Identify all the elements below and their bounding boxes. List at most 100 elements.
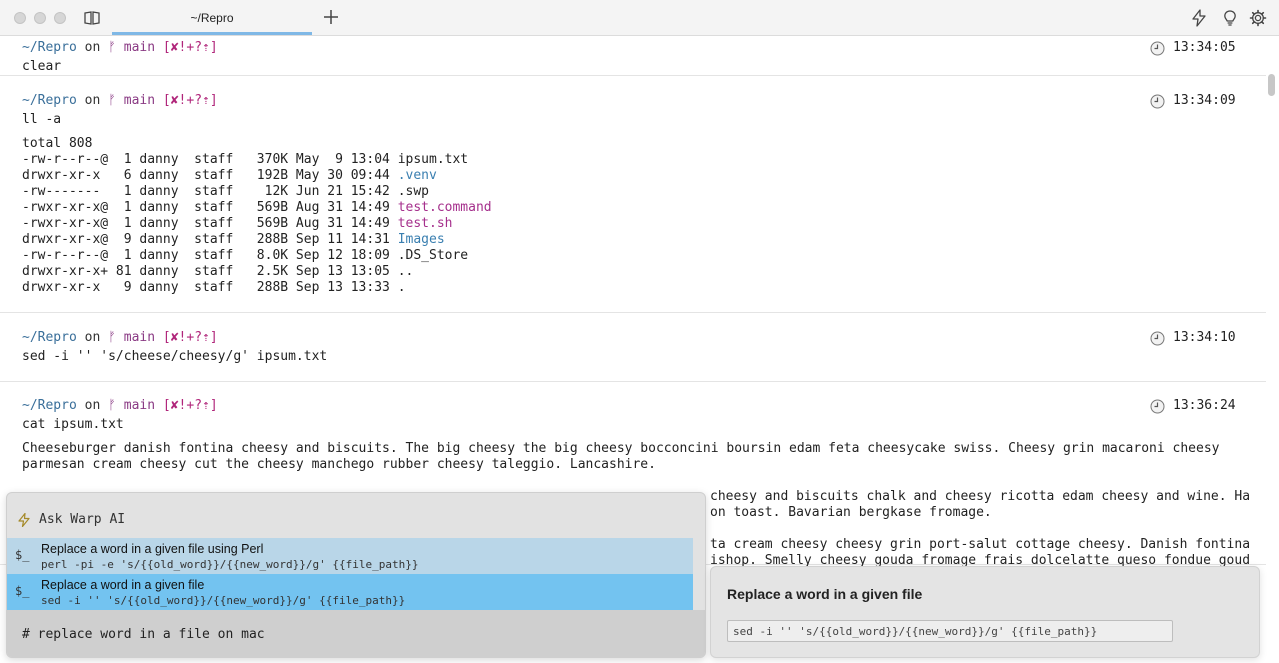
- clock-icon: [1150, 331, 1165, 345]
- git-status-indicator: [✘!+?⇡]: [162, 330, 218, 345]
- search-query-text: # replace word in a file on mac: [22, 627, 265, 642]
- output-text: total 808: [22, 136, 93, 151]
- output-text: drwxr-xr-x+ 81 danny staff 2.5K Sep 13 1…: [22, 264, 398, 279]
- block-separator: [0, 381, 1266, 382]
- output-line: -rwxr-xr-x@ 1 danny staff 569B Aug 31 14…: [22, 216, 452, 232]
- bolt-icon[interactable]: [1190, 9, 1208, 27]
- output-text: -rw------- 1 danny staff 12K Jun 21 15:4…: [22, 184, 398, 199]
- file-name: test.sh: [397, 216, 453, 231]
- git-status-indicator: [✘!+?⇡]: [162, 398, 218, 413]
- panel-toggle-icon[interactable]: [84, 11, 100, 25]
- timestamp-text: 13:34:05: [1173, 40, 1236, 55]
- prompt-path: ~/Repro: [22, 330, 77, 345]
- output-line: drwxr-xr-x 6 danny staff 192B May 30 09:…: [22, 168, 437, 184]
- workflow-command-preview[interactable]: sed -i '' 's/{{old_word}}/{{new_word}}/g…: [727, 620, 1173, 642]
- clock-icon: [1150, 94, 1165, 108]
- prompt-path: ~/Repro: [22, 398, 77, 413]
- prompt-path: ~/Repro: [22, 93, 77, 108]
- suggestion-command: sed -i '' 's/{{old_word}}/{{new_word}}/g…: [41, 594, 406, 607]
- prompt-on-text: on: [84, 330, 101, 345]
- git-status-indicator: [✘!+?⇡]: [162, 93, 218, 108]
- close-window-button[interactable]: [14, 12, 26, 24]
- output-text: drwxr-xr-x@ 9 danny staff 288B Sep 11 14…: [22, 232, 398, 247]
- prompt-on-text: on: [84, 93, 101, 108]
- prompt-on-text: on: [84, 40, 101, 55]
- file-name: ipsum.txt: [397, 152, 469, 167]
- output-line: drwxr-xr-x@ 9 danny staff 288B Sep 11 14…: [22, 232, 445, 248]
- output-text: -rw-r--r--@ 1 danny staff 8.0K Sep 12 18…: [22, 248, 398, 263]
- suggestion-title: Replace a word in a given file using Per…: [41, 542, 264, 556]
- block-timestamp: 13:34:05: [1150, 40, 1236, 56]
- workflow-detail-panel: Replace a word in a given file sed -i ''…: [710, 566, 1260, 658]
- output-line: -rwxr-xr-x@ 1 danny staff 569B Aug 31 14…: [22, 200, 492, 216]
- lightning-icon: [18, 513, 30, 527]
- file-name: .: [397, 280, 406, 295]
- output-line: total 808: [22, 136, 92, 152]
- suggestion-title: Replace a word in a given file: [41, 578, 205, 592]
- file-name: ..: [397, 264, 414, 279]
- git-status-indicator: [✘!+?⇡]: [162, 40, 218, 55]
- output-text: -rwxr-xr-x@ 1 danny staff 569B Aug 31 14…: [22, 216, 398, 231]
- file-name: Images: [397, 232, 445, 247]
- git-branch-icon: ᚠ: [108, 40, 116, 55]
- tab-label: ~/Repro: [190, 11, 234, 25]
- git-branch-icon: ᚠ: [108, 330, 116, 345]
- scrollbar-thumb[interactable]: [1268, 74, 1275, 96]
- output-text: drwxr-xr-x 9 danny staff 288B Sep 13 13:…: [22, 280, 398, 295]
- output-line: ta cream cheesy cheesy grin port-salut c…: [710, 537, 1250, 553]
- block-separator: [0, 312, 1266, 313]
- output-text: -rwxr-xr-x@ 1 danny staff 569B Aug 31 14…: [22, 200, 398, 215]
- output-text: cheesy and biscuits chalk and cheesy ric…: [710, 489, 1251, 504]
- output-text: on toast. Bavarian bergkase fromage.: [710, 505, 992, 520]
- timestamp-text: 13:34:09: [1173, 93, 1236, 108]
- ask-warp-ai-label: Ask Warp AI: [39, 512, 126, 527]
- suggestion-item-selected[interactable]: $_ Replace a word in a given file sed -i…: [7, 574, 693, 610]
- command-text[interactable]: cat ipsum.txt: [22, 417, 124, 433]
- output-line: on toast. Bavarian bergkase fromage.: [710, 505, 992, 521]
- block-timestamp: 13:34:10: [1150, 330, 1236, 346]
- block-timestamp: 13:36:24: [1150, 398, 1236, 414]
- timestamp-text: 13:36:24: [1173, 398, 1236, 413]
- output-line: -rw------- 1 danny staff 12K Jun 21 15:4…: [22, 184, 429, 200]
- new-tab-plus-icon[interactable]: [322, 8, 340, 26]
- clock-icon: [1150, 41, 1165, 55]
- output-text: Cheeseburger danish fontina cheesy and b…: [22, 441, 1220, 456]
- zoom-window-button[interactable]: [54, 12, 66, 24]
- output-line: drwxr-xr-x 9 danny staff 288B Sep 13 13:…: [22, 280, 406, 296]
- active-tab-indicator: [112, 32, 312, 35]
- command-text[interactable]: sed -i '' 's/cheese/cheesy/g' ipsum.txt: [22, 349, 327, 365]
- prompt-line: ~/Repro on ᚠ main [✘!+?⇡]: [22, 40, 218, 56]
- command-text[interactable]: clear: [22, 59, 61, 75]
- suggestion-item[interactable]: $_ Replace a word in a given file using …: [7, 538, 693, 574]
- block-timestamp: 13:34:09: [1150, 93, 1236, 109]
- minimize-window-button[interactable]: [34, 12, 46, 24]
- prompt-path: ~/Repro: [22, 40, 77, 55]
- git-branch-name: main: [123, 40, 156, 55]
- suggestion-command: perl -pi -e 's/{{old_word}}/{{new_word}}…: [41, 558, 419, 571]
- git-branch-name: main: [123, 93, 156, 108]
- gear-icon[interactable]: [1249, 9, 1267, 27]
- command-text[interactable]: ll -a: [22, 112, 61, 128]
- workflow-title: Replace a word in a given file: [727, 586, 923, 602]
- clock-icon: [1150, 399, 1165, 413]
- terminal-prompt-icon: $_: [15, 584, 30, 598]
- git-branch-name: main: [123, 330, 156, 345]
- file-name: .venv: [397, 168, 437, 183]
- search-query-input[interactable]: # replace word in a file on mac: [7, 610, 705, 657]
- output-line: -rw-r--r--@ 1 danny staff 8.0K Sep 12 18…: [22, 248, 468, 264]
- output-line: parmesan cream cheesy cut the cheesy man…: [22, 457, 656, 473]
- output-line: cheesy and biscuits chalk and cheesy ric…: [710, 489, 1250, 505]
- lightbulb-icon[interactable]: [1221, 9, 1239, 27]
- ask-warp-ai-row[interactable]: Ask Warp AI: [7, 493, 705, 539]
- file-name: test.command: [397, 200, 492, 215]
- prompt-line: ~/Repro on ᚠ main [✘!+?⇡]: [22, 398, 218, 414]
- output-line: -rw-r--r--@ 1 danny staff 370K May 9 13:…: [22, 152, 468, 168]
- output-line: drwxr-xr-x+ 81 danny staff 2.5K Sep 13 1…: [22, 264, 413, 280]
- output-line: Cheeseburger danish fontina cheesy and b…: [22, 441, 1219, 457]
- output-text: ta cream cheesy cheesy grin port-salut c…: [710, 537, 1251, 552]
- file-name: .DS_Store: [397, 248, 469, 263]
- command-search-palette: Ask Warp AI $_ Replace a word in a given…: [6, 492, 706, 658]
- tab-repro[interactable]: ~/Repro: [112, 0, 312, 36]
- output-text: -rw-r--r--@ 1 danny staff 370K May 9 13:…: [22, 152, 398, 167]
- title-bar: ~/Repro: [0, 0, 1279, 36]
